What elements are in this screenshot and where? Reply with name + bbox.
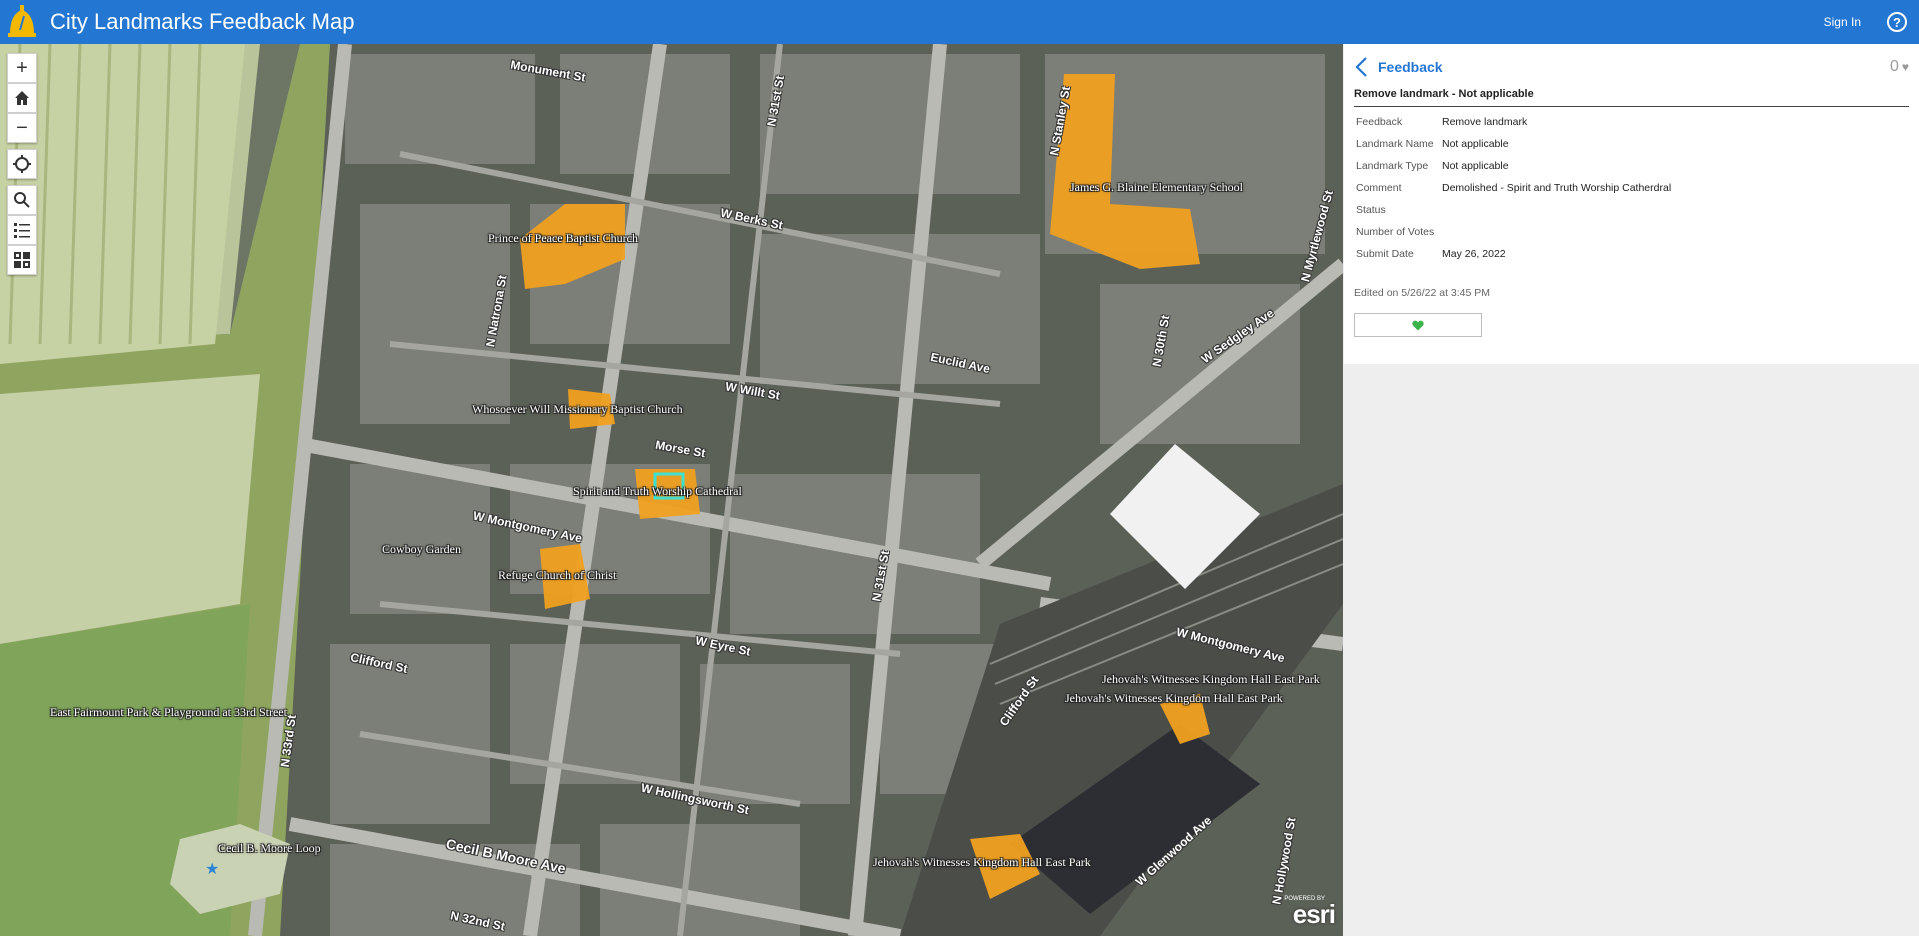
attribute-key: Submit Date bbox=[1356, 248, 1414, 260]
plus-icon: + bbox=[16, 56, 28, 79]
landmark-label[interactable]: Cowboy Garden bbox=[382, 542, 461, 557]
map-view[interactable]: ★ James G. Blaine Elementary School Prin… bbox=[0, 44, 1343, 936]
sign-in-link[interactable]: Sign In bbox=[1824, 15, 1861, 29]
table-row: Feedback Remove landmark bbox=[1354, 111, 1673, 133]
edited-timestamp: Edited on 5/26/22 at 3:45 PM bbox=[1354, 287, 1491, 299]
zoom-in-button[interactable]: + bbox=[7, 53, 37, 83]
table-row: Comment Demolished - Spirit and Truth Wor… bbox=[1354, 177, 1673, 199]
chevron-left-icon bbox=[1355, 57, 1367, 77]
map-controls: + − bbox=[7, 53, 37, 281]
vote-button[interactable] bbox=[1354, 313, 1482, 337]
attribute-key: Feedback bbox=[1356, 116, 1403, 128]
vote-count: 0 ♥ bbox=[1890, 58, 1909, 76]
locate-button[interactable] bbox=[7, 149, 37, 179]
landmark-label[interactable]: Jehovah's Witnesses Kingdom Hall East Pa… bbox=[1102, 672, 1320, 687]
panel-header: Feedback 0 ♥ bbox=[1354, 54, 1909, 80]
legend-button[interactable] bbox=[7, 215, 37, 245]
basemap-button[interactable] bbox=[7, 245, 37, 275]
attribute-value: Not applicable bbox=[1442, 160, 1509, 172]
vote-count-number: 0 bbox=[1889, 58, 1899, 75]
help-glyph: ? bbox=[1893, 14, 1901, 30]
table-row: Submit Date May 26, 2022 bbox=[1354, 243, 1673, 265]
attribute-key: Landmark Type bbox=[1356, 160, 1429, 172]
panel-title: Feedback bbox=[1378, 59, 1443, 75]
table-row: Landmark Type Not applicable bbox=[1354, 155, 1673, 177]
landmark-label[interactable]: James G. Blaine Elementary School bbox=[1070, 180, 1243, 195]
help-icon[interactable]: ? bbox=[1887, 12, 1907, 32]
minus-icon: − bbox=[16, 116, 28, 139]
landmark-label[interactable]: Whosoever Will Missionary Baptist Church bbox=[472, 402, 683, 417]
feedback-card: Feedback 0 ♥ Remove landmark - Not appli… bbox=[1344, 44, 1919, 364]
feature-title: Remove landmark - Not applicable bbox=[1354, 88, 1909, 107]
attribute-key: Landmark Name bbox=[1356, 138, 1434, 150]
table-row: Status bbox=[1354, 199, 1673, 221]
home-button[interactable] bbox=[7, 83, 37, 113]
landmark-label[interactable]: Refuge Church of Christ bbox=[498, 568, 616, 583]
basemap-gallery-icon bbox=[14, 252, 30, 268]
svg-text:★: ★ bbox=[205, 861, 219, 878]
crosshair-icon bbox=[13, 155, 31, 173]
list-icon bbox=[14, 223, 30, 238]
attribute-value: Remove landmark bbox=[1442, 116, 1528, 128]
tools-group bbox=[7, 185, 37, 275]
liberty-bell-logo-icon bbox=[2, 0, 42, 44]
attribute-value: Not applicable bbox=[1442, 138, 1509, 150]
heart-icon: ♥ bbox=[1901, 60, 1909, 74]
app-header: City Landmarks Feedback Map Sign In ? bbox=[0, 0, 1919, 44]
landmark-label[interactable]: Cecil B. Moore Loop bbox=[218, 841, 321, 856]
search-button[interactable] bbox=[7, 185, 37, 215]
feedback-panel: Feedback 0 ♥ Remove landmark - Not appli… bbox=[1344, 44, 1919, 936]
landmark-label[interactable]: Spirit and Truth Worship Cathedral bbox=[573, 484, 742, 499]
landmark-label[interactable]: East Fairmount Park & Playground at 33rd… bbox=[50, 705, 287, 720]
attribute-key: Status bbox=[1356, 204, 1386, 216]
back-button[interactable] bbox=[1354, 54, 1374, 80]
attribute-table: Feedback Remove landmark Landmark Name Not… bbox=[1354, 111, 1673, 265]
heart-icon bbox=[1412, 320, 1424, 330]
zoom-group: + − bbox=[7, 53, 37, 143]
app-title: City Landmarks Feedback Map bbox=[50, 9, 355, 34]
attribute-value bbox=[1440, 199, 1673, 221]
attribute-value: May 26, 2022 bbox=[1442, 248, 1506, 260]
landmark-label[interactable]: Prince of Peace Baptist Church bbox=[488, 231, 638, 246]
attribute-value bbox=[1440, 221, 1673, 243]
attribute-key: Comment bbox=[1356, 182, 1402, 194]
landmark-label[interactable]: Jehovah's Witnesses Kingdom Hall East Pa… bbox=[873, 855, 1091, 870]
table-row: Number of Votes bbox=[1354, 221, 1673, 243]
zoom-out-button[interactable]: − bbox=[7, 113, 37, 143]
home-icon bbox=[15, 91, 29, 105]
landmark-label[interactable]: Jehovah's Witnesses Kingdom Hall East Pa… bbox=[1065, 691, 1283, 706]
attribute-value: Demolished - Spirit and Truth Worship Ca… bbox=[1442, 182, 1672, 194]
esri-logo: esri bbox=[1292, 899, 1336, 929]
table-row: Landmark Name Not applicable bbox=[1354, 133, 1673, 155]
search-icon bbox=[14, 192, 30, 208]
locate-group bbox=[7, 149, 37, 179]
attribute-key: Number of Votes bbox=[1356, 226, 1435, 238]
